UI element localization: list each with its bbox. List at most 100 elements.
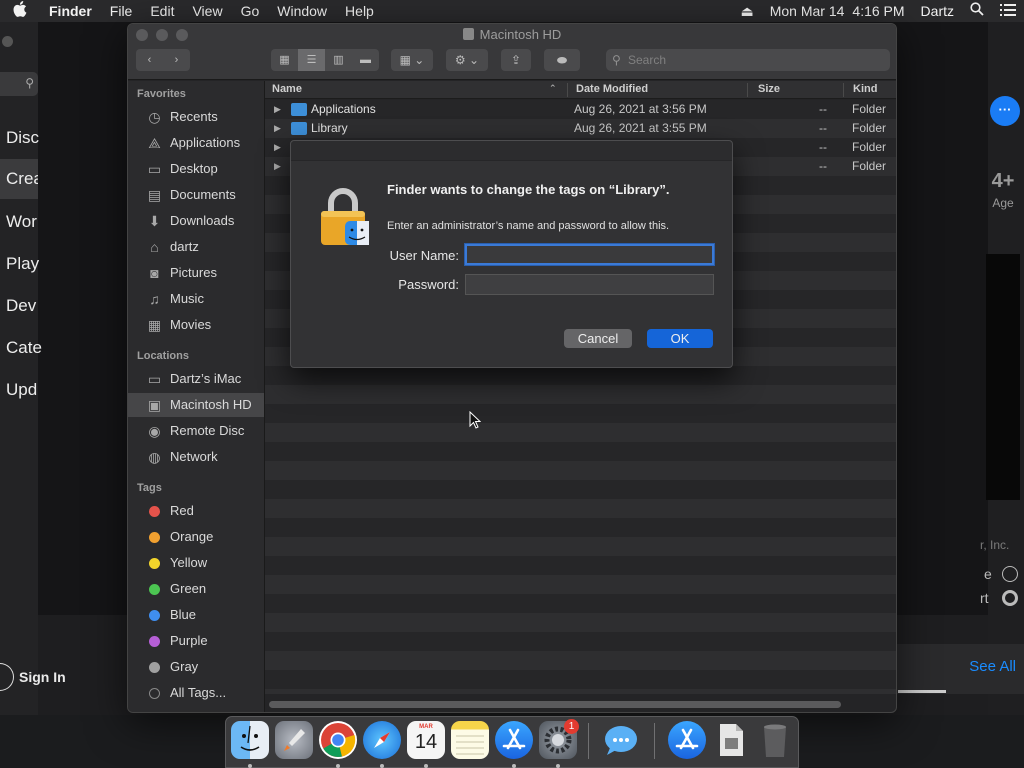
menubar-time[interactable]: 4:16 PM [852, 0, 912, 22]
tag-color-icon [149, 532, 160, 543]
sign-in-button[interactable]: Sign In [0, 662, 66, 692]
ok-button[interactable]: OK [647, 329, 713, 348]
column-header-size[interactable]: Size [758, 83, 780, 95]
sidebar-item-recents[interactable]: ◷ Recents [128, 105, 264, 129]
username-field[interactable] [465, 244, 714, 265]
password-input[interactable] [466, 275, 713, 294]
calendar-icon[interactable]: MAR 14 [407, 721, 445, 759]
action-gear-button[interactable]: ⚙ ⌄ [446, 49, 488, 71]
control-center-icon[interactable] [992, 0, 1024, 22]
see-all-link[interactable]: See All [969, 658, 1016, 675]
disc-icon: ◉ [148, 423, 161, 439]
menu-app-name[interactable]: Finder [40, 0, 101, 22]
edit-tags-button[interactable]: ⬬ [544, 49, 580, 71]
gallery-view-button[interactable]: ▬ [352, 49, 379, 71]
username-input[interactable] [467, 246, 712, 263]
sidebar-tag-red[interactable]: Red [128, 499, 264, 523]
bg-nav-updates[interactable]: Upd [6, 380, 46, 400]
compass-icon[interactable] [1002, 566, 1018, 582]
desktop-icon: ▭ [147, 161, 162, 177]
messages-icon[interactable] [602, 721, 640, 759]
menu-go[interactable]: Go [232, 0, 269, 22]
sidebar-tag-purple[interactable]: Purple [128, 629, 264, 653]
more-options-button[interactable]: ··· [990, 96, 1020, 126]
sidebar-item-documents[interactable]: ▤ Documents [128, 183, 264, 207]
sidebar-tag-blue[interactable]: Blue [128, 603, 264, 627]
column-header-kind[interactable]: Kind [853, 83, 877, 95]
menu-window[interactable]: Window [268, 0, 336, 22]
screenshot-preview[interactable] [986, 254, 1020, 500]
finder-icon[interactable] [231, 721, 269, 759]
finder-window: Macintosh HD ‹ › ▦ ☰ ▥ ▬ ▦ ⌄ ⚙ ⌄ ⇪ ⬬ ⚲ Se… [127, 23, 897, 713]
column-header-date[interactable]: Date Modified [576, 83, 648, 95]
sidebar-item-pictures[interactable]: ◙ Pictures [128, 261, 264, 285]
menubar-date[interactable]: Mon Mar 14 [762, 0, 853, 22]
forward-button[interactable]: › [163, 49, 190, 71]
spotlight-search-icon[interactable] [962, 0, 992, 22]
group-by-button[interactable]: ▦ ⌄ [391, 49, 433, 71]
share-button[interactable]: ⇪ [501, 49, 531, 71]
trash-icon[interactable] [756, 721, 794, 759]
sidebar-item-music[interactable]: ♫ Music [128, 287, 264, 311]
finder-search-input[interactable]: ⚲ Search [606, 49, 890, 71]
lifebuoy-icon[interactable] [1002, 590, 1018, 606]
sidebar-item-movies[interactable]: ▦ Movies [128, 313, 264, 337]
sidebar-item-macintosh-hd[interactable]: ▣ Macintosh HD [128, 393, 264, 417]
table-row[interactable]: ▶ Applications Aug 26, 2021 at 3:56 PM -… [265, 100, 896, 119]
sidebar-tag-orange[interactable]: Orange [128, 525, 264, 549]
back-button[interactable]: ‹ [136, 49, 163, 71]
bg-nav-create[interactable]: Crea [0, 159, 38, 199]
bg-nav-discover[interactable]: Disc [6, 128, 46, 148]
column-divider[interactable] [843, 83, 844, 97]
app-store-icon[interactable] [495, 721, 533, 759]
password-field[interactable] [465, 274, 714, 295]
sort-chevron-icon[interactable]: ⌃ [549, 83, 557, 94]
sidebar-tag-gray[interactable]: Gray [128, 655, 264, 679]
column-divider[interactable] [567, 83, 568, 97]
document-icon[interactable] [712, 721, 750, 759]
running-indicator [424, 764, 428, 768]
sidebar-item-label: Gray [170, 659, 199, 674]
sidebar-item-applications[interactable]: ⟁ Applications [128, 131, 264, 155]
sidebar-item-downloads[interactable]: ⬇ Downloads [128, 209, 264, 233]
safari-icon[interactable] [363, 721, 401, 759]
launchpad-icon[interactable] [275, 721, 313, 759]
camera-icon: ◙ [150, 265, 159, 281]
disclosure-triangle-icon[interactable]: ▶ [274, 138, 281, 157]
bg-nav-play[interactable]: Play [6, 254, 46, 274]
column-divider[interactable] [747, 83, 748, 97]
sidebar-item-remote-disc[interactable]: ◉ Remote Disc [128, 419, 264, 443]
disclosure-triangle-icon[interactable]: ▶ [274, 157, 281, 176]
horizontal-scrollbar[interactable] [269, 701, 841, 708]
bg-nav-work[interactable]: Wor [6, 212, 46, 232]
menu-view[interactable]: View [183, 0, 231, 22]
menu-edit[interactable]: Edit [141, 0, 183, 22]
bg-nav-categories[interactable]: Cate [6, 338, 46, 358]
column-view-button[interactable]: ▥ [325, 49, 352, 71]
notes-icon[interactable] [451, 721, 489, 759]
menu-file[interactable]: File [101, 0, 142, 22]
disclosure-triangle-icon[interactable]: ▶ [274, 119, 281, 138]
cancel-button[interactable]: Cancel [564, 329, 632, 348]
menubar-user[interactable]: Dartz [913, 0, 962, 22]
eject-icon[interactable]: ⏏ [732, 0, 761, 22]
chrome-icon[interactable] [319, 721, 357, 759]
sidebar-item-imac[interactable]: ▭ Dartz’s iMac [128, 367, 264, 391]
app-store-folder-icon[interactable] [668, 721, 706, 759]
sidebar-item-desktop[interactable]: ▭ Desktop [128, 157, 264, 181]
bg-nav-develop[interactable]: Dev [6, 296, 46, 316]
sidebar-tag-green[interactable]: Green [128, 577, 264, 601]
window-control-icon[interactable] [2, 36, 13, 47]
sidebar-item-home[interactable]: ⌂ dartz [128, 235, 264, 259]
sidebar-item-network[interactable]: ◍ Network [128, 445, 264, 469]
table-row[interactable]: ▶ Library Aug 26, 2021 at 3:55 PM -- Fol… [265, 119, 896, 138]
apple-logo-icon[interactable] [0, 1, 40, 21]
list-view-button[interactable]: ☰ [298, 49, 325, 71]
menu-help[interactable]: Help [336, 0, 383, 22]
icon-view-button[interactable]: ▦ [271, 49, 298, 71]
background-search-field[interactable]: ⚲ [0, 72, 38, 96]
disclosure-triangle-icon[interactable]: ▶ [274, 100, 281, 119]
column-header-name[interactable]: Name [272, 83, 302, 95]
sidebar-all-tags[interactable]: All Tags... [128, 681, 264, 705]
sidebar-tag-yellow[interactable]: Yellow [128, 551, 264, 575]
